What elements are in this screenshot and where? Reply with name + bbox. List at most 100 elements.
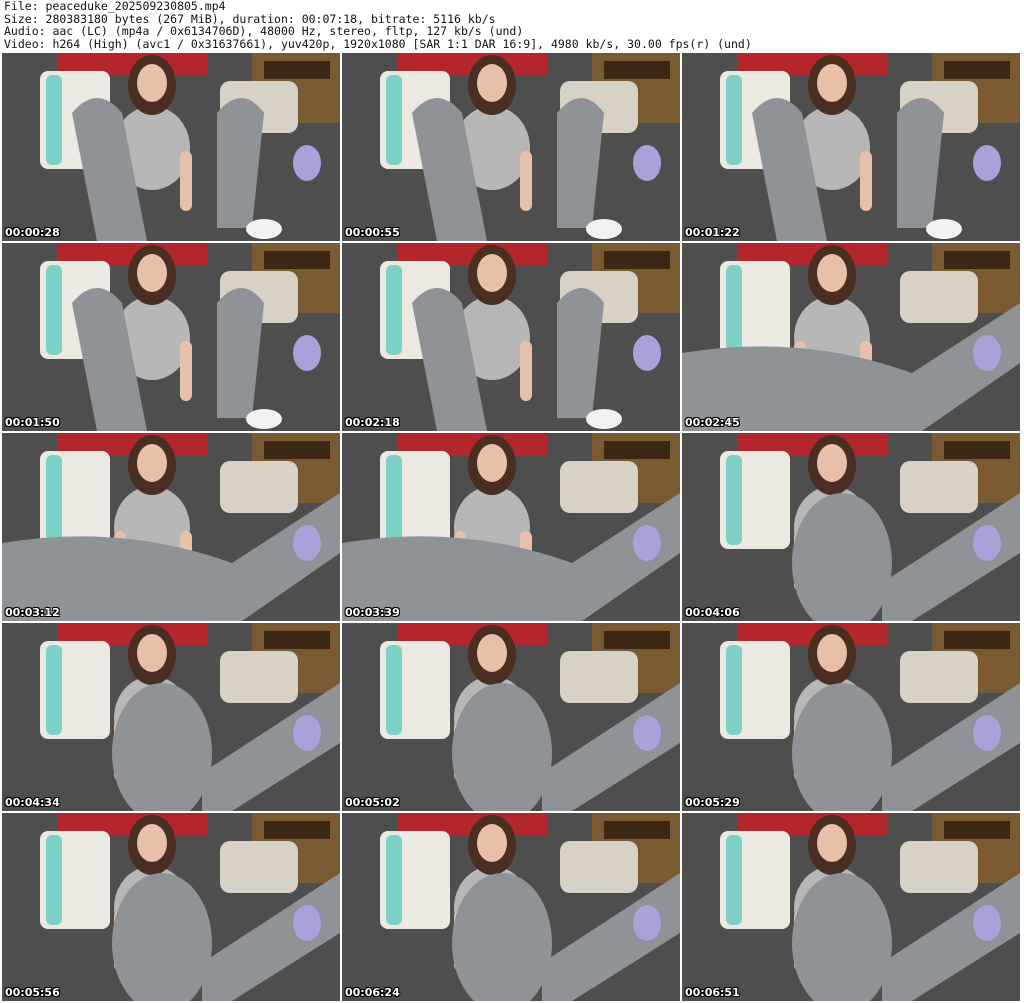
timestamp: 00:00:55 bbox=[345, 226, 400, 239]
scene-image bbox=[2, 53, 340, 241]
furniture-drawer bbox=[264, 61, 330, 79]
face bbox=[817, 64, 847, 102]
furniture-drawer bbox=[944, 821, 1010, 839]
furniture-drawer bbox=[264, 251, 330, 269]
scene-image bbox=[342, 623, 680, 811]
thumbnail-9: 00:04:06 bbox=[682, 433, 1020, 621]
plush-toy bbox=[973, 335, 1001, 371]
plush-toy bbox=[633, 145, 661, 181]
furniture-drawer bbox=[604, 631, 670, 649]
audio-line: Audio: aac (LC) (mp4a / 0x6134706D), 480… bbox=[4, 24, 524, 38]
thumbnail-15: 00:06:51 bbox=[682, 813, 1020, 1001]
face bbox=[477, 254, 507, 292]
face bbox=[477, 824, 507, 862]
scene-image bbox=[682, 243, 1020, 431]
teal-stripe bbox=[46, 645, 62, 735]
beige-pillow bbox=[220, 651, 298, 703]
teal-stripe bbox=[726, 455, 742, 545]
plush-toy bbox=[293, 335, 321, 371]
thumbnail-12: 00:05:29 bbox=[682, 623, 1020, 811]
beige-pillow bbox=[220, 461, 298, 513]
plush-toy bbox=[973, 715, 1001, 751]
file-info-header: File: peaceduke_202509230805.mp4 Size: 28… bbox=[4, 0, 752, 50]
sock bbox=[586, 409, 622, 429]
timestamp: 00:04:06 bbox=[685, 606, 740, 619]
scene-image bbox=[2, 243, 340, 431]
plush-toy bbox=[973, 525, 1001, 561]
thumbnail-10: 00:04:34 bbox=[2, 623, 340, 811]
face bbox=[137, 634, 167, 672]
furniture-drawer bbox=[944, 61, 1010, 79]
thumbnail-3: 00:01:22 bbox=[682, 53, 1020, 241]
teal-stripe bbox=[726, 265, 742, 355]
timestamp: 00:02:45 bbox=[685, 416, 740, 429]
teal-stripe bbox=[386, 645, 402, 735]
thumbnail-grid: 00:00:28 00:00:55 00:01:22 00:01:50 00:0… bbox=[2, 53, 1022, 1001]
thumbnail-4: 00:01:50 bbox=[2, 243, 340, 431]
timestamp: 00:06:51 bbox=[685, 986, 740, 999]
furniture-drawer bbox=[604, 441, 670, 459]
face bbox=[817, 254, 847, 292]
face bbox=[137, 254, 167, 292]
plush-toy bbox=[293, 145, 321, 181]
plush-toy bbox=[633, 905, 661, 941]
sock bbox=[246, 219, 282, 239]
furniture-drawer bbox=[264, 631, 330, 649]
timestamp: 00:02:18 bbox=[345, 416, 400, 429]
teal-stripe bbox=[726, 835, 742, 925]
beige-pillow bbox=[900, 271, 978, 323]
furniture-drawer bbox=[944, 441, 1010, 459]
thumbnail-5: 00:02:18 bbox=[342, 243, 680, 431]
sock bbox=[246, 409, 282, 429]
thumbnail-1: 00:00:28 bbox=[2, 53, 340, 241]
teal-stripe bbox=[386, 265, 402, 355]
plush-toy bbox=[293, 525, 321, 561]
thumbnail-7: 00:03:12 bbox=[2, 433, 340, 621]
furniture-drawer bbox=[604, 821, 670, 839]
furniture-drawer bbox=[264, 821, 330, 839]
arm bbox=[860, 151, 872, 211]
face bbox=[817, 824, 847, 862]
arm bbox=[180, 341, 192, 401]
furniture-drawer bbox=[604, 251, 670, 269]
timestamp: 00:05:56 bbox=[5, 986, 60, 999]
video-line: Video: h264 (High) (avc1 / 0x31637661), … bbox=[4, 36, 752, 51]
teal-stripe bbox=[726, 645, 742, 735]
teal-stripe bbox=[726, 75, 742, 165]
arm bbox=[520, 341, 532, 401]
beige-pillow bbox=[560, 841, 638, 893]
scene-image bbox=[682, 813, 1020, 1001]
face bbox=[137, 64, 167, 102]
timestamp: 00:01:50 bbox=[5, 416, 60, 429]
thumbnail-11: 00:05:02 bbox=[342, 623, 680, 811]
plush-toy bbox=[293, 715, 321, 751]
timestamp: 00:06:24 bbox=[345, 986, 400, 999]
face bbox=[477, 64, 507, 102]
teal-stripe bbox=[46, 455, 62, 545]
face bbox=[817, 634, 847, 672]
face bbox=[137, 824, 167, 862]
scene-image bbox=[2, 433, 340, 621]
thumbnail-6: 00:02:45 bbox=[682, 243, 1020, 431]
teal-stripe bbox=[46, 265, 62, 355]
sock bbox=[926, 219, 962, 239]
beige-pillow bbox=[220, 841, 298, 893]
thumbnail-14: 00:06:24 bbox=[342, 813, 680, 1001]
timestamp: 00:04:34 bbox=[5, 796, 60, 809]
face bbox=[477, 634, 507, 672]
beige-pillow bbox=[560, 651, 638, 703]
scene-image bbox=[342, 813, 680, 1001]
face bbox=[817, 444, 847, 482]
furniture-drawer bbox=[604, 61, 670, 79]
timestamp: 00:00:28 bbox=[5, 226, 60, 239]
teal-stripe bbox=[386, 835, 402, 925]
sock bbox=[586, 219, 622, 239]
arm bbox=[520, 151, 532, 211]
plush-toy bbox=[633, 525, 661, 561]
arm bbox=[180, 151, 192, 211]
scene-image bbox=[2, 813, 340, 1001]
timestamp: 00:05:02 bbox=[345, 796, 400, 809]
scene-image bbox=[682, 623, 1020, 811]
scene-image bbox=[682, 53, 1020, 241]
beige-pillow bbox=[900, 651, 978, 703]
